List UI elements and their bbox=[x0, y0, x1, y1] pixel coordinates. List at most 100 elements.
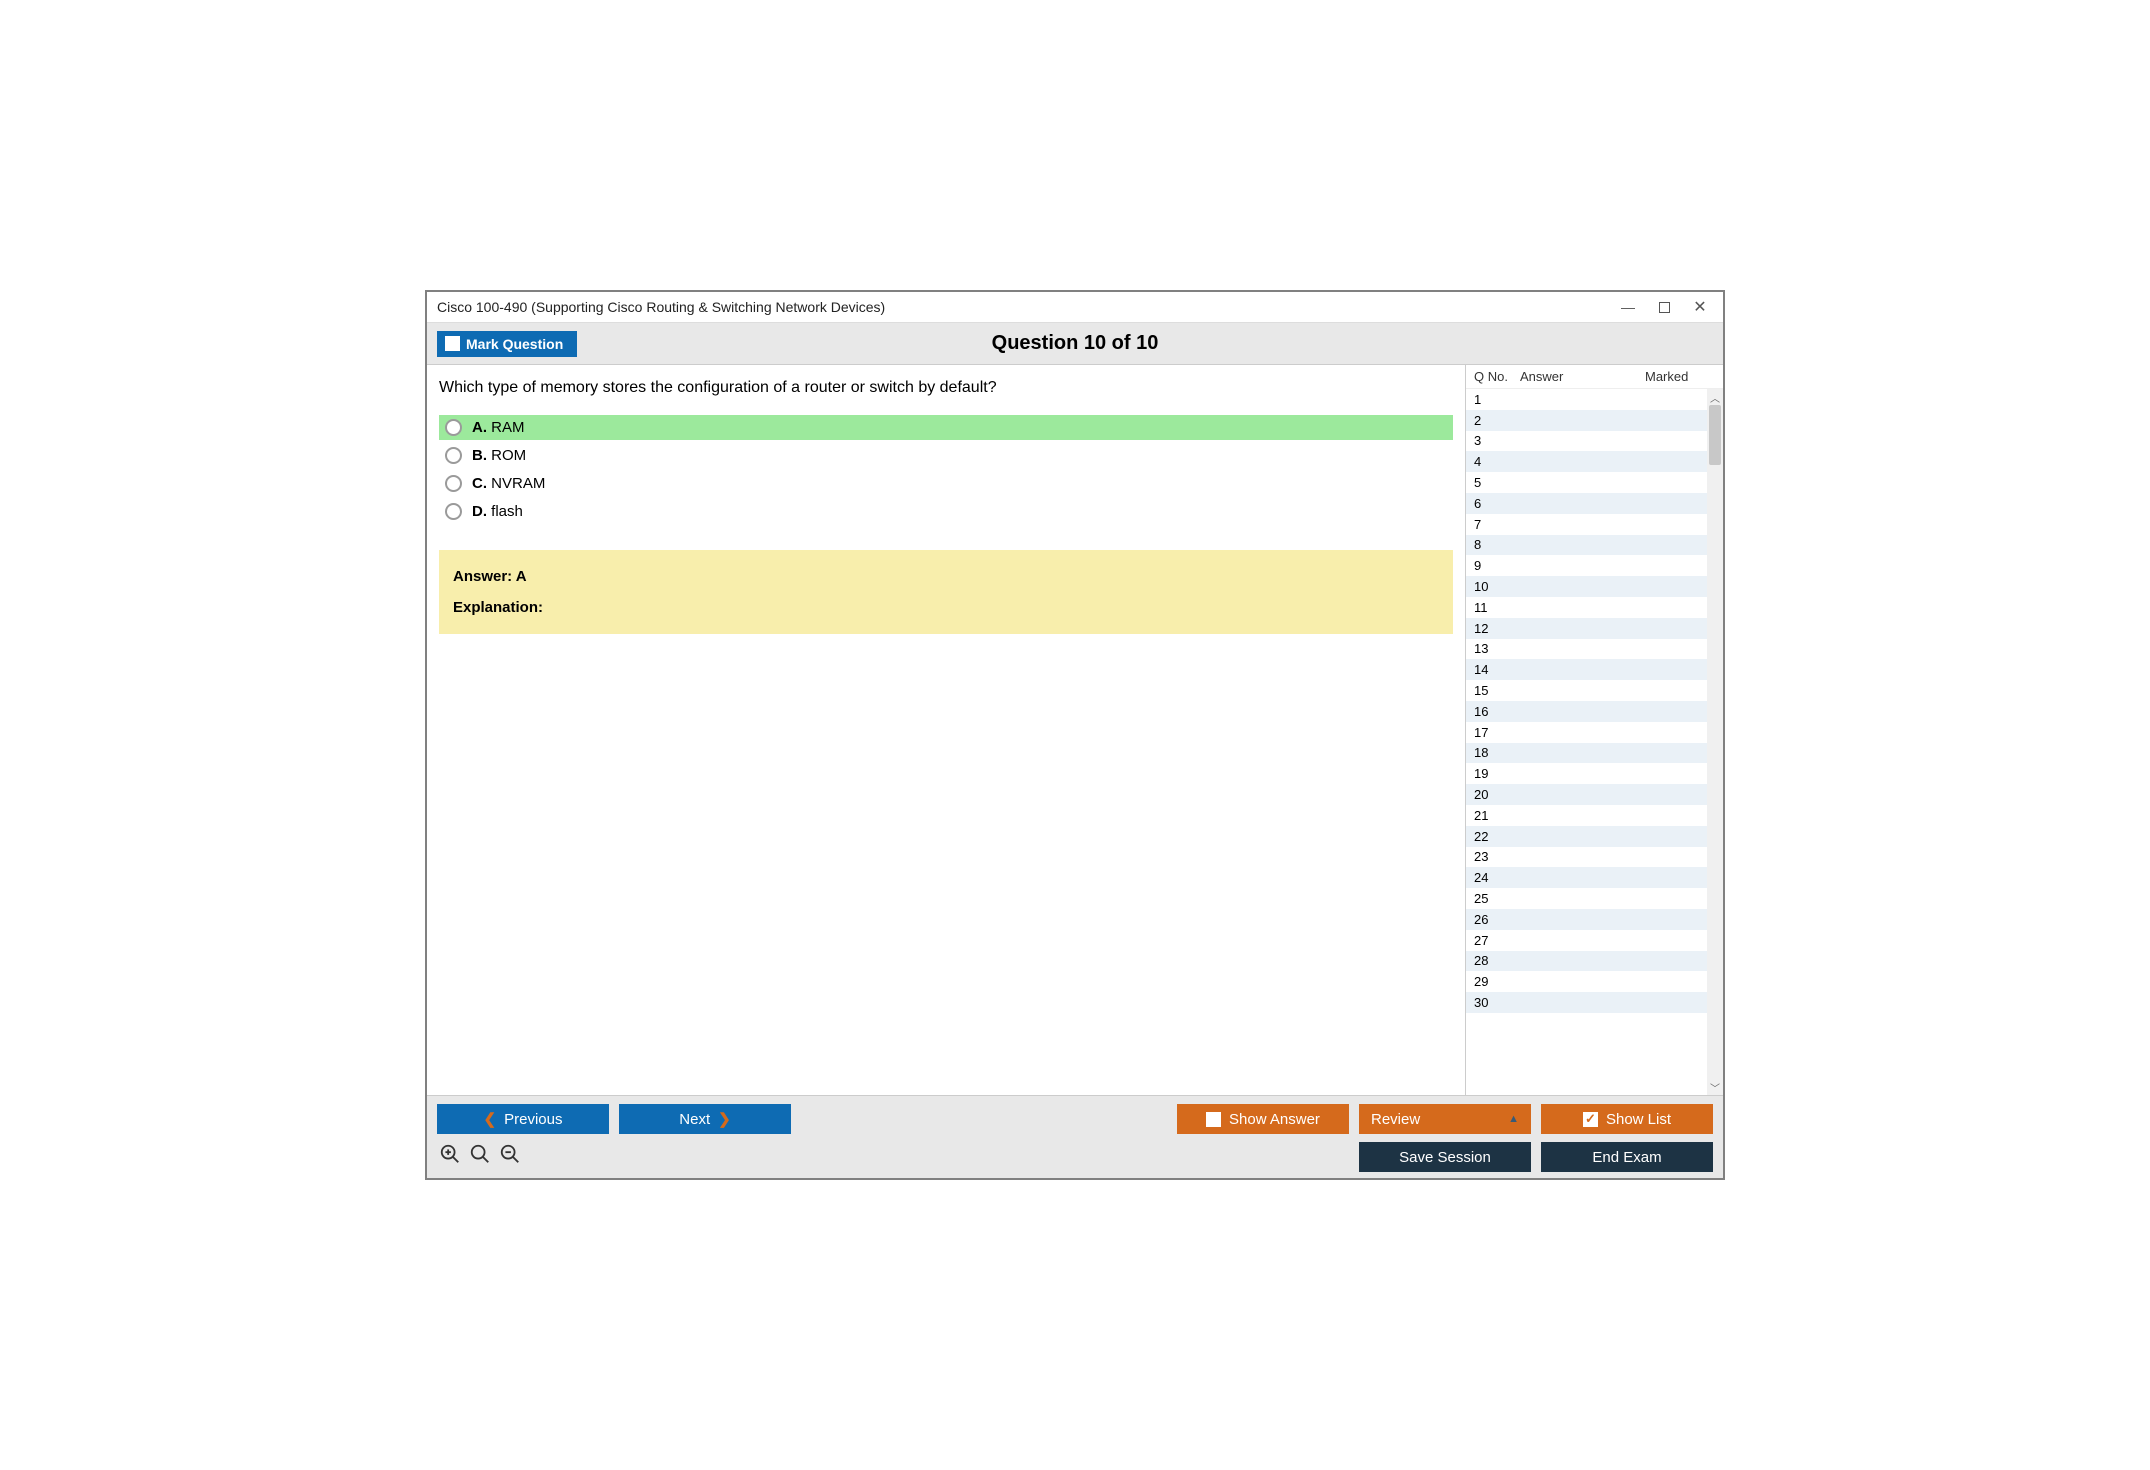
mark-question-button[interactable]: Mark Question bbox=[437, 331, 577, 357]
row-qno: 2 bbox=[1474, 413, 1520, 428]
row-qno: 27 bbox=[1474, 933, 1520, 948]
radio-icon[interactable] bbox=[445, 447, 462, 464]
list-item[interactable]: 22 bbox=[1466, 826, 1707, 847]
question-text: Which type of memory stores the configur… bbox=[439, 379, 1453, 397]
close-icon[interactable]: ✕ bbox=[1691, 298, 1709, 316]
question-list-panel: Q No. Answer Marked 12345678910111213141… bbox=[1465, 365, 1723, 1095]
choice-c[interactable]: C. NVRAM bbox=[439, 471, 1453, 496]
scroll-down-icon[interactable]: ﹀ bbox=[1707, 1079, 1723, 1095]
scroll-up-icon[interactable]: ︿ bbox=[1707, 389, 1723, 405]
content-area: Which type of memory stores the configur… bbox=[427, 365, 1723, 1095]
zoom-in-icon[interactable] bbox=[439, 1143, 461, 1171]
main-pane: Which type of memory stores the configur… bbox=[427, 365, 1465, 1095]
choice-text: flash bbox=[491, 503, 523, 520]
next-label: Next bbox=[679, 1111, 710, 1128]
question-list-header: Q No. Answer Marked bbox=[1466, 365, 1723, 389]
header-qno: Q No. bbox=[1474, 369, 1520, 384]
list-item[interactable]: 10 bbox=[1466, 576, 1707, 597]
save-session-label: Save Session bbox=[1399, 1149, 1491, 1166]
choice-text: ROM bbox=[491, 447, 526, 464]
list-item[interactable]: 30 bbox=[1466, 992, 1707, 1013]
show-answer-button[interactable]: Show Answer bbox=[1177, 1104, 1349, 1134]
list-item[interactable]: 24 bbox=[1466, 867, 1707, 888]
list-item[interactable]: 14 bbox=[1466, 659, 1707, 680]
list-item[interactable]: 29 bbox=[1466, 971, 1707, 992]
row-qno: 5 bbox=[1474, 475, 1520, 490]
scroll-thumb[interactable] bbox=[1709, 405, 1721, 465]
zoom-controls bbox=[437, 1135, 1359, 1171]
choices: A. RAM B. ROM C. NVRAM D. flash bbox=[439, 415, 1453, 524]
row-qno: 16 bbox=[1474, 704, 1520, 719]
list-item[interactable]: 15 bbox=[1466, 680, 1707, 701]
list-item[interactable]: 5 bbox=[1466, 472, 1707, 493]
chevron-right-icon: ❯ bbox=[718, 1110, 731, 1128]
row-qno: 17 bbox=[1474, 725, 1520, 740]
list-item[interactable]: 7 bbox=[1466, 514, 1707, 535]
zoom-reset-icon[interactable] bbox=[469, 1143, 491, 1171]
list-item[interactable]: 6 bbox=[1466, 493, 1707, 514]
list-item[interactable]: 23 bbox=[1466, 847, 1707, 868]
button-row-1: ❮ Previous Next ❯ Show Answer Review ▲ ✓… bbox=[437, 1104, 1713, 1134]
row-qno: 21 bbox=[1474, 808, 1520, 823]
list-item[interactable]: 17 bbox=[1466, 722, 1707, 743]
list-item[interactable]: 20 bbox=[1466, 784, 1707, 805]
row-qno: 26 bbox=[1474, 912, 1520, 927]
choice-text: NVRAM bbox=[491, 475, 545, 492]
list-item[interactable]: 16 bbox=[1466, 701, 1707, 722]
chevron-left-icon: ❮ bbox=[484, 1110, 497, 1128]
row-qno: 25 bbox=[1474, 891, 1520, 906]
list-item[interactable]: 9 bbox=[1466, 555, 1707, 576]
row-qno: 6 bbox=[1474, 496, 1520, 511]
list-item[interactable]: 2 bbox=[1466, 410, 1707, 431]
row-qno: 10 bbox=[1474, 579, 1520, 594]
zoom-out-icon[interactable] bbox=[499, 1143, 521, 1171]
question-counter: Question 10 of 10 bbox=[427, 332, 1723, 355]
list-item[interactable]: 26 bbox=[1466, 909, 1707, 930]
row-qno: 11 bbox=[1474, 600, 1520, 615]
list-item[interactable]: 1 bbox=[1466, 389, 1707, 410]
chevron-up-icon: ▲ bbox=[1508, 1113, 1519, 1125]
row-qno: 30 bbox=[1474, 995, 1520, 1010]
row-qno: 18 bbox=[1474, 745, 1520, 760]
list-item[interactable]: 4 bbox=[1466, 451, 1707, 472]
list-item[interactable]: 27 bbox=[1466, 930, 1707, 951]
radio-icon[interactable] bbox=[445, 503, 462, 520]
maximize-icon[interactable] bbox=[1655, 298, 1673, 316]
end-exam-button[interactable]: End Exam bbox=[1541, 1142, 1713, 1172]
list-item[interactable]: 21 bbox=[1466, 805, 1707, 826]
save-session-button[interactable]: Save Session bbox=[1359, 1142, 1531, 1172]
review-button[interactable]: Review ▲ bbox=[1359, 1104, 1531, 1134]
row-qno: 22 bbox=[1474, 829, 1520, 844]
choice-letter: A. bbox=[472, 419, 487, 436]
list-item[interactable]: 28 bbox=[1466, 951, 1707, 972]
list-item[interactable]: 18 bbox=[1466, 743, 1707, 764]
radio-icon[interactable] bbox=[445, 475, 462, 492]
choice-a[interactable]: A. RAM bbox=[439, 415, 1453, 440]
choice-b[interactable]: B. ROM bbox=[439, 443, 1453, 468]
row-qno: 29 bbox=[1474, 974, 1520, 989]
row-qno: 12 bbox=[1474, 621, 1520, 636]
row-qno: 4 bbox=[1474, 454, 1520, 469]
explanation-label: Explanation: bbox=[453, 599, 1439, 616]
list-item[interactable]: 25 bbox=[1466, 888, 1707, 909]
review-label: Review bbox=[1371, 1111, 1420, 1128]
row-qno: 8 bbox=[1474, 537, 1520, 552]
bottom-bar: ❮ Previous Next ❯ Show Answer Review ▲ ✓… bbox=[427, 1095, 1723, 1178]
list-item[interactable]: 11 bbox=[1466, 597, 1707, 618]
choice-d[interactable]: D. flash bbox=[439, 499, 1453, 524]
row-qno: 19 bbox=[1474, 766, 1520, 781]
list-item[interactable]: 8 bbox=[1466, 535, 1707, 556]
show-list-button[interactable]: ✓ Show List bbox=[1541, 1104, 1713, 1134]
list-item[interactable]: 19 bbox=[1466, 763, 1707, 784]
row-qno: 14 bbox=[1474, 662, 1520, 677]
list-item[interactable]: 12 bbox=[1466, 618, 1707, 639]
row-qno: 7 bbox=[1474, 517, 1520, 532]
scrollbar[interactable]: ︿ ﹀ bbox=[1707, 389, 1723, 1095]
list-item[interactable]: 13 bbox=[1466, 639, 1707, 660]
choice-letter: D. bbox=[472, 503, 487, 520]
minimize-icon[interactable]: — bbox=[1619, 298, 1637, 316]
radio-icon[interactable] bbox=[445, 419, 462, 436]
previous-button[interactable]: ❮ Previous bbox=[437, 1104, 609, 1134]
next-button[interactable]: Next ❯ bbox=[619, 1104, 791, 1134]
list-item[interactable]: 3 bbox=[1466, 431, 1707, 452]
